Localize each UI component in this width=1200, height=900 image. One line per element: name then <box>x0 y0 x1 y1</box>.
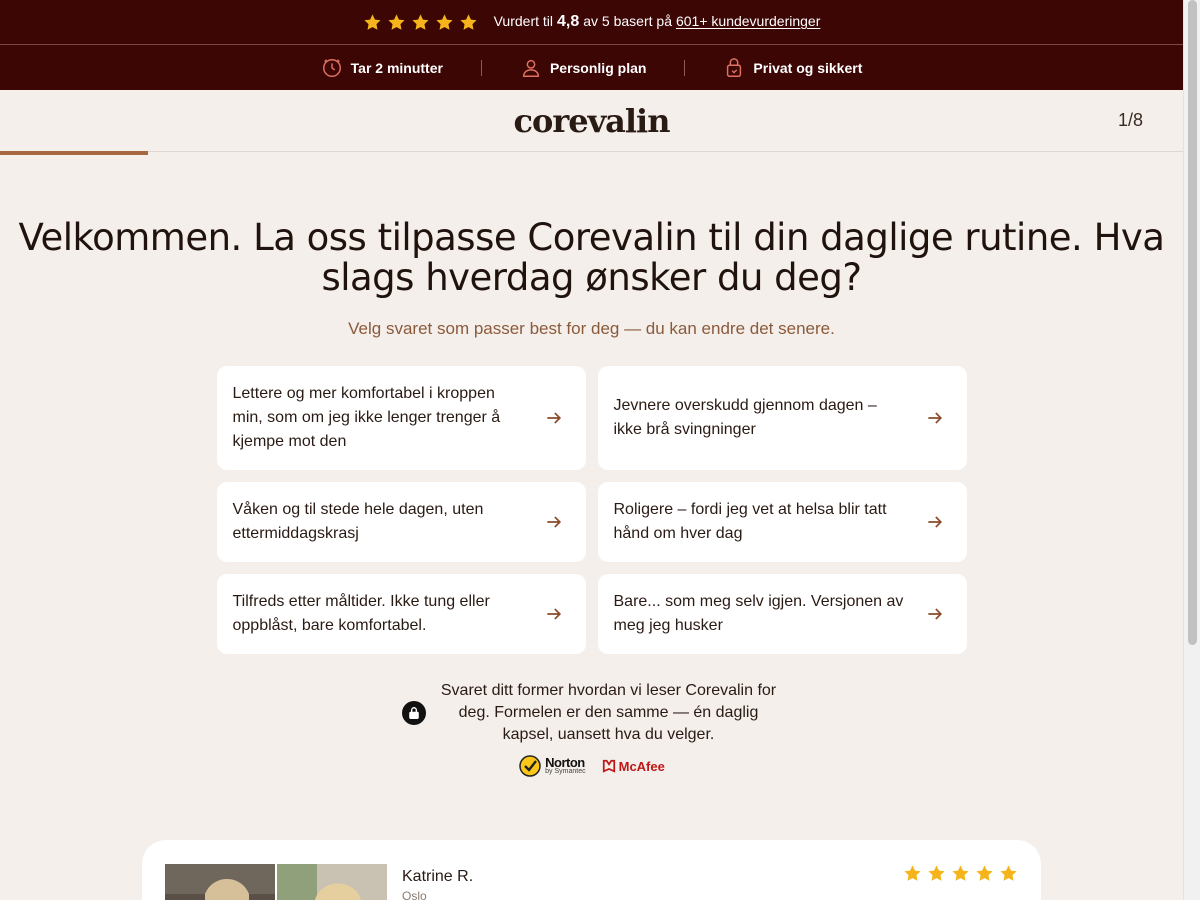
before-photo <box>165 864 275 900</box>
option-label: Lettere og mer komfortabel i kroppen min… <box>232 385 501 450</box>
arrow-right-icon <box>546 412 561 424</box>
star-icon <box>436 13 453 30</box>
option-steady-energy[interactable]: Jevnere overskudd gjennom dagen – ikke b… <box>597 366 967 470</box>
badge-plan-label: Personlig plan <box>549 59 647 76</box>
scrollbar-thumb[interactable] <box>1188 0 1197 645</box>
arrow-right-icon <box>927 412 942 424</box>
badge-time-label: Tar 2 minutter <box>350 59 443 76</box>
badge-time: Tar 2 minutter <box>283 57 481 79</box>
option-label: Bare... som meg selv igjen. Versjonen av… <box>613 593 904 634</box>
star-icon <box>412 13 429 30</box>
star-icon <box>904 865 921 881</box>
option-label: Jevnere overskudd gjennom dagen – ikke b… <box>613 397 877 438</box>
option-label: Roligere – fordi jeg vet at helsa blir t… <box>613 501 887 542</box>
norton-sub: by Symantec <box>545 768 586 775</box>
answer-options: Lettere og mer komfortabel i kroppen min… <box>216 366 967 654</box>
site-header: corevalin 1/8 <box>0 90 1183 152</box>
rating-prefix: Vurdert til <box>493 13 553 29</box>
rating-score: 4,8 <box>557 13 580 30</box>
mcafee-name: McAfee <box>618 758 665 774</box>
vertical-scrollbar[interactable] <box>1183 0 1200 900</box>
norton-name: Norton <box>545 755 585 770</box>
privacy-text: Svaret ditt former hvordan vi leser Core… <box>440 682 777 743</box>
trust-badges-bar: Tar 2 minutter Personlig plan Privat og … <box>0 45 1183 90</box>
lock-bag-icon <box>727 57 742 77</box>
security-logos: Norton by Symantec McAfee <box>0 754 1183 778</box>
norton-check-icon <box>519 755 541 777</box>
review-card: Katrine R. Oslo <box>142 840 1041 900</box>
option-awake-all-day[interactable]: Våken og til stede hele dagen, uten ette… <box>216 482 586 562</box>
arrow-right-icon <box>546 608 561 620</box>
review-photos <box>165 864 387 900</box>
badge-privacy: Privat og sikkert <box>685 57 900 79</box>
step-counter: 1/8 <box>1117 110 1143 130</box>
reviewer-city: Oslo <box>402 889 427 900</box>
question-subtitle: Velg svaret som passer best for deg — du… <box>348 319 835 338</box>
rating-bar: Vurdert til 4,8 av 5 basert på 601+ kund… <box>0 0 1183 45</box>
arrow-right-icon <box>927 608 942 620</box>
star-icon <box>952 865 969 881</box>
review-stars <box>903 864 1018 883</box>
mcafee-shield-icon <box>602 759 615 773</box>
star-icon <box>1000 865 1017 881</box>
star-icon <box>460 13 477 30</box>
page: Vurdert til 4,8 av 5 basert på 601+ kund… <box>0 0 1183 900</box>
option-satisfied-after-meals[interactable]: Tilfreds etter måltider. Ikke tung eller… <box>216 574 586 654</box>
reviews-link[interactable]: 601+ kundevurderinger <box>676 13 820 29</box>
star-icon <box>976 865 993 881</box>
arrow-right-icon <box>546 516 561 528</box>
progress-bar <box>0 151 1183 155</box>
option-myself-again[interactable]: Bare... som meg selv igjen. Versjonen av… <box>597 574 967 654</box>
star-icon <box>364 13 381 30</box>
logo[interactable]: corevalin <box>514 102 671 140</box>
rating-middle: av 5 basert på <box>583 13 672 29</box>
option-lighter-body[interactable]: Lettere og mer komfortabel i kroppen min… <box>216 366 586 470</box>
user-icon <box>522 59 540 77</box>
badge-privacy-label: Privat og sikkert <box>753 59 863 76</box>
lock-icon <box>401 701 426 725</box>
mcafee-logo: McAfee <box>602 759 665 774</box>
star-icon <box>388 13 405 30</box>
progress-fill <box>0 151 148 155</box>
star-icon <box>928 865 945 881</box>
privacy-note: Svaret ditt former hvordan vi leser Core… <box>401 680 782 746</box>
question-title: Velkommen. La oss tilpasse Corevalin til… <box>18 216 1165 299</box>
option-label: Våken og til stede hele dagen, uten ette… <box>232 501 484 542</box>
badge-plan: Personlig plan <box>482 57 684 79</box>
after-photo <box>277 864 387 900</box>
option-label: Tilfreds etter måltider. Ikke tung eller… <box>232 593 490 634</box>
norton-logo: Norton by Symantec <box>518 754 586 778</box>
reviewer-name: Katrine R. <box>402 868 474 885</box>
option-calmer[interactable]: Roligere – fordi jeg vet at helsa blir t… <box>597 482 967 562</box>
rating-stars <box>363 13 478 32</box>
timer-icon <box>322 58 341 77</box>
arrow-right-icon <box>927 516 942 528</box>
